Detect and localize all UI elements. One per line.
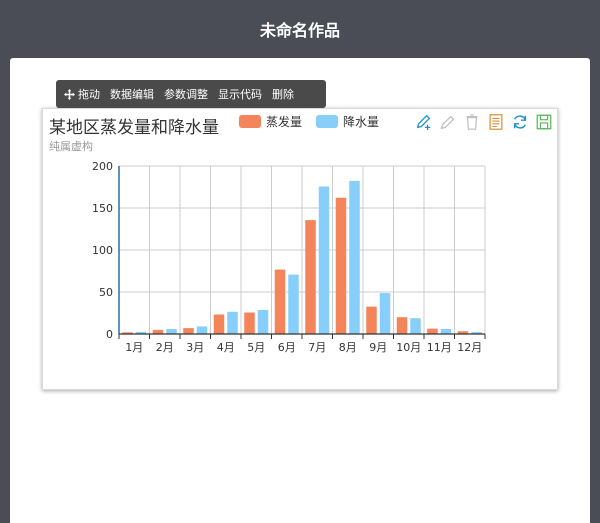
data-view-icon[interactable] [487,113,505,131]
bar-evaporation [366,306,377,334]
y-tick-label: 0 [106,328,113,341]
bar-evaporation [305,220,316,334]
x-tick-label: 1月 [125,341,143,354]
chart-legend: 蒸发量 降水量 [239,113,379,130]
bar-evaporation [274,269,286,334]
bar-evaporation [213,314,225,334]
x-tick-label: 3月 [186,341,204,354]
bar-precipitation [440,328,452,334]
x-tick-label: 7月 [308,341,326,354]
legend-swatch-evaporation [239,115,261,128]
y-tick-label: 100 [92,244,113,257]
save-icon[interactable] [535,113,553,131]
pencil-add-icon[interactable] [415,113,433,131]
bar-precipitation [227,311,238,334]
bar-precipitation [166,329,177,334]
chart-card: 0 50 100 150 200 1月 2月 3月 4月 5月 6月 7月 8月 9月 10月 11月 12月 … [42,108,558,390]
x-tick-label: 2月 [156,341,174,354]
params-button[interactable]: 参数调整 [164,86,208,102]
bar-evaporation [427,328,438,334]
bar-evaporation [152,329,164,334]
x-tick-label: 8月 [339,341,357,354]
bar-precipitation [379,293,391,334]
chart-toolbar: 拖动 数据编辑 参数调整 显示代码 删除 [56,80,326,108]
app-header: 未命名作品 [0,0,600,58]
edit-data-button[interactable]: 数据编辑 [110,86,154,102]
bar-precipitation [196,326,208,334]
app-title: 未命名作品 [259,21,340,40]
bar-precipitation [410,318,421,334]
chart-tools [415,113,553,131]
bar-precipitation [349,180,360,334]
bar-evaporation [183,328,194,334]
pencil-icon[interactable] [439,113,457,131]
bar-precipitation [288,274,299,334]
legend-swatch-precipitation [316,115,339,128]
x-tick-label: 10月 [396,341,421,354]
legend-label-precipitation: 降水量 [343,115,380,129]
chart-subtitle: 纯属虚构 [49,140,93,153]
x-tick-label: 6月 [278,341,296,354]
x-tick-label: 5月 [247,341,265,354]
bar-chart: 0 50 100 150 200 1月 2月 3月 4月 5月 6月 7月 8月 9月 10月 11月 12月 [92,160,486,354]
x-tick-label: 11月 [427,341,452,354]
chart-title: 某地区蒸发量和降水量 [49,118,219,138]
drag-label: 拖动 [78,88,100,101]
x-tick-label: 9月 [369,341,387,354]
legend-label-evaporation: 蒸发量 [266,115,303,129]
x-tick-label: 12月 [457,341,482,354]
y-tick-label: 50 [99,286,113,299]
legend-item-evaporation[interactable]: 蒸发量 [239,113,302,130]
bar-evaporation [335,197,347,334]
bar-evaporation [244,312,255,334]
trash-icon[interactable] [463,113,481,131]
move-icon [64,88,75,100]
y-tick-label: 150 [92,202,113,215]
y-tick-label: 200 [92,160,113,173]
bar-evaporation [396,317,408,334]
legend-item-precipitation[interactable]: 降水量 [316,113,379,130]
delete-button[interactable]: 删除 [272,86,294,102]
bar-precipitation [318,186,330,334]
x-tick-label: 4月 [217,341,235,354]
refresh-icon[interactable] [511,113,529,131]
bar-precipitation [257,309,269,334]
show-code-button[interactable]: 显示代码 [218,86,262,102]
drag-button[interactable]: 拖动 [64,86,100,102]
